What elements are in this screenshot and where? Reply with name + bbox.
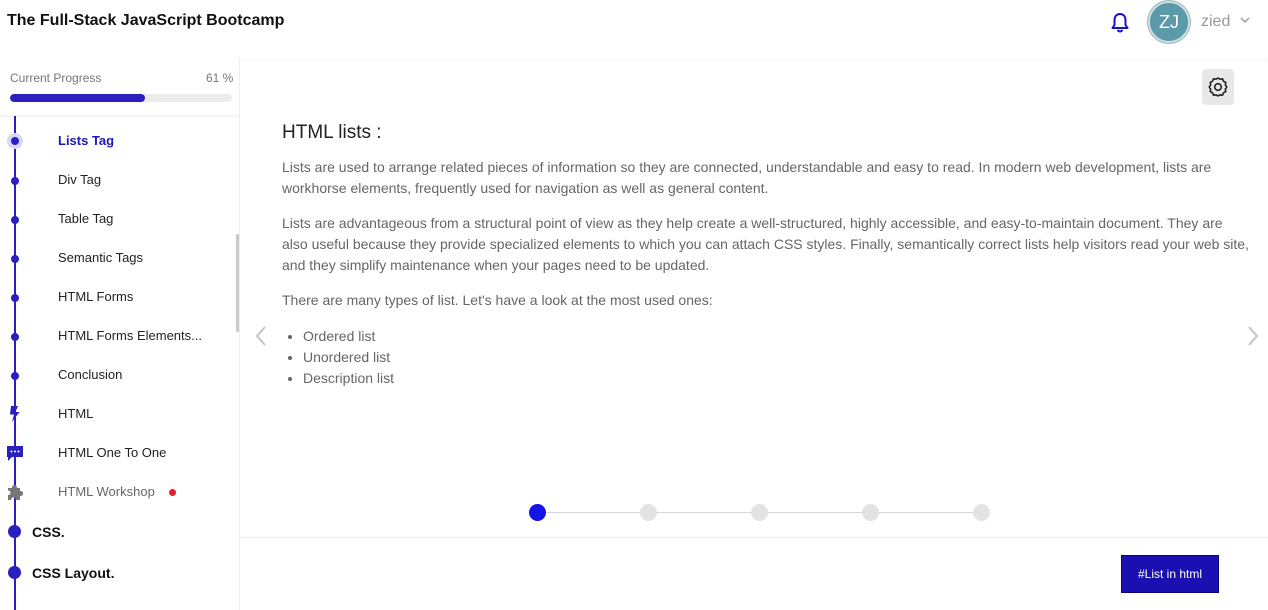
- sidebar-section-css[interactable]: CSS.: [0, 511, 236, 551]
- lesson-footer: #List in html: [241, 537, 1268, 610]
- chevron-left-icon[interactable]: [253, 324, 269, 348]
- sidebar-section-label: CSS Layout.: [32, 565, 115, 581]
- sidebar-item-html[interactable]: HTML: [0, 394, 236, 433]
- lesson-paragraph: Lists are advantageous from a structural…: [282, 215, 1249, 273]
- bell-icon[interactable]: [1110, 12, 1130, 34]
- list-item: Description list: [303, 368, 394, 389]
- timeline-dot: [11, 216, 19, 224]
- stepper-dot[interactable]: [529, 504, 546, 521]
- stepper-dot[interactable]: [640, 504, 657, 521]
- chevron-right-icon[interactable]: [1245, 324, 1261, 348]
- avatar-initials: ZJ: [1159, 11, 1179, 32]
- stepper-line: [546, 512, 640, 513]
- progress-value: 61 %: [206, 71, 234, 85]
- user-name[interactable]: zied: [1201, 13, 1230, 31]
- sidebar-item-semantic-tags[interactable]: Semantic Tags: [0, 238, 236, 277]
- lesson-bullet-list: Ordered list Unordered list Description …: [303, 326, 394, 389]
- stepper-dot[interactable]: [862, 504, 879, 521]
- timeline-dot: [11, 294, 19, 302]
- timeline-dot-active: [7, 133, 23, 149]
- sidebar-item-html-forms[interactable]: HTML Forms: [0, 277, 236, 316]
- chat-icon: [7, 446, 23, 461]
- sidebar-item-lists-tag[interactable]: Lists Tag: [0, 121, 236, 160]
- stepper-line: [879, 512, 973, 513]
- lesson-paragraph: There are many types of list. Let's have…: [282, 292, 713, 308]
- sidebar-item-label: HTML One To One: [58, 445, 167, 460]
- gear-icon: [1208, 77, 1228, 97]
- top-header: The Full-Stack JavaScript Bootcamp ZJ zi…: [0, 0, 1268, 58]
- avatar[interactable]: ZJ: [1148, 1, 1190, 43]
- notification-dot: [169, 489, 176, 496]
- timeline-dot: [11, 333, 19, 341]
- progress-label: Current Progress: [10, 71, 102, 85]
- course-sidebar: Current Progress 61 % Lists Tag Div Tag …: [0, 58, 240, 610]
- sidebar-item-html-forms-elements[interactable]: HTML Forms Elements...: [0, 316, 236, 355]
- sidebar-scrollbar[interactable]: [236, 234, 239, 332]
- sidebar-item-label: Semantic Tags: [58, 250, 144, 265]
- sidebar-item-conclusion[interactable]: Conclusion: [0, 355, 236, 394]
- stepper-line: [768, 512, 862, 513]
- stepper-dot[interactable]: [973, 504, 990, 521]
- slide-stepper: [529, 504, 999, 522]
- sidebar-item-label: HTML: [58, 406, 94, 421]
- timeline-dot: [11, 177, 19, 185]
- sidebar-section-label: CSS.: [32, 524, 65, 540]
- sidebar-item-html-one-to-one[interactable]: HTML One To One: [0, 433, 236, 472]
- settings-button[interactable]: [1202, 69, 1234, 105]
- progress-bar: [10, 94, 232, 102]
- sidebar-item-label: Conclusion: [58, 367, 123, 382]
- list-item: Unordered list: [303, 347, 394, 368]
- sidebar-item-label: Div Tag: [58, 172, 102, 187]
- puzzle-icon: [8, 485, 23, 500]
- lesson-paragraph: Lists are used to arrange related pieces…: [282, 159, 1212, 196]
- sidebar-item-label: Table Tag: [58, 211, 114, 226]
- progress-panel: Current Progress 61 %: [0, 58, 239, 116]
- sidebar-item-label: HTML Workshop: [58, 484, 155, 499]
- sidebar-item-label: HTML Forms: [58, 289, 134, 304]
- course-title: The Full-Stack JavaScript Bootcamp: [7, 12, 285, 29]
- sidebar-item-table-tag[interactable]: Table Tag: [0, 199, 236, 238]
- sidebar-item-label: HTML Forms Elements...: [58, 328, 202, 343]
- list-item: Ordered list: [303, 326, 394, 347]
- timeline-dot: [8, 566, 21, 579]
- sidebar-section-css-layout[interactable]: CSS Layout.: [0, 552, 236, 592]
- progress-bar-fill: [10, 94, 146, 102]
- timeline-dot: [11, 255, 19, 263]
- lesson-title: HTML lists :: [282, 122, 382, 143]
- lightning-icon: [10, 406, 20, 422]
- lesson-content: HTML lists : Lists are used to arrange r…: [241, 58, 1268, 610]
- timeline-dot: [11, 372, 19, 380]
- list-in-html-tag-button[interactable]: #List in html: [1121, 555, 1219, 593]
- timeline-dot: [8, 525, 21, 538]
- sidebar-item-html-workshop[interactable]: HTML Workshop: [0, 472, 236, 511]
- chevron-down-icon[interactable]: [1240, 15, 1250, 25]
- sidebar-item-label: Lists Tag: [58, 133, 115, 148]
- stepper-dot[interactable]: [751, 504, 768, 521]
- sidebar-item-div-tag[interactable]: Div Tag: [0, 160, 236, 199]
- stepper-line: [657, 512, 751, 513]
